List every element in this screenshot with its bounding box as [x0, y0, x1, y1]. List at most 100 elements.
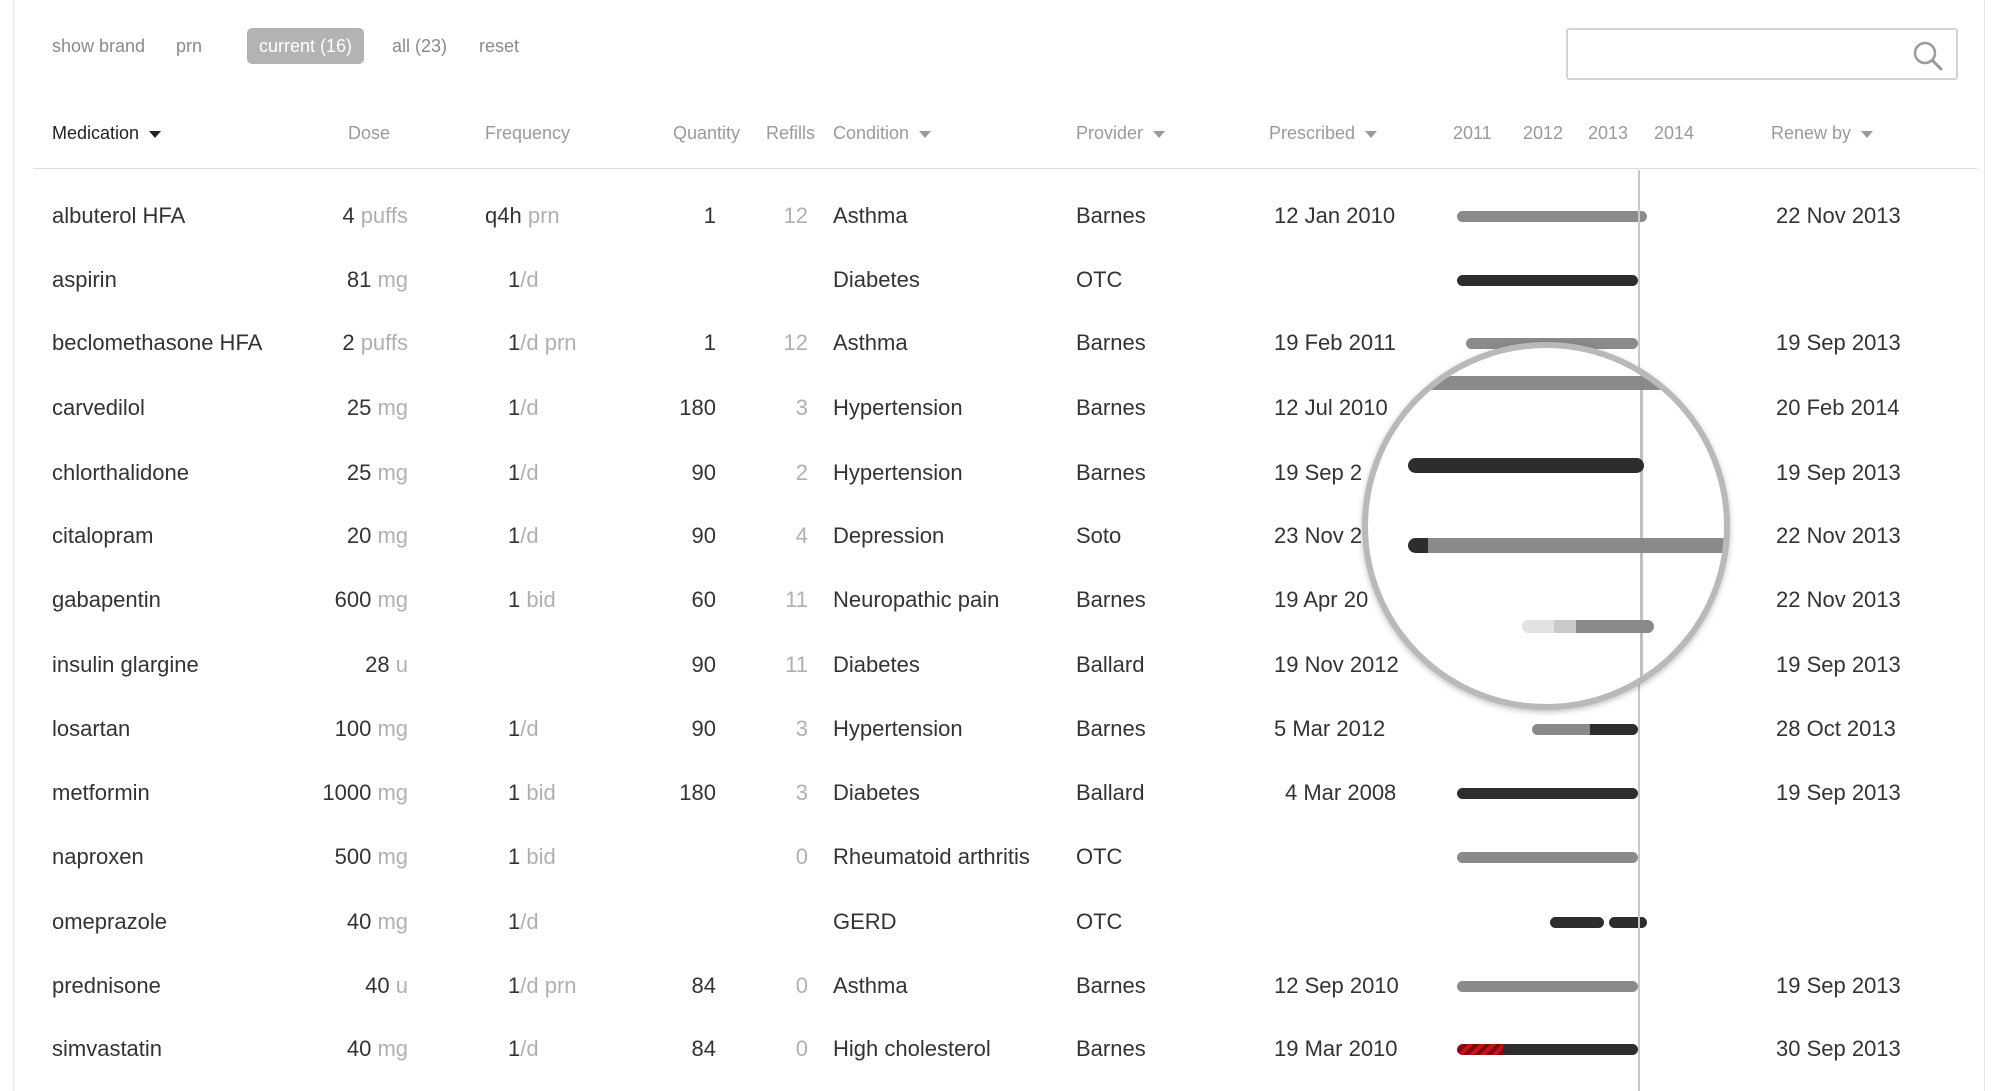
timeline-bar — [1554, 620, 1578, 633]
condition: Diabetes — [833, 652, 920, 677]
dose-unit: u — [395, 973, 408, 998]
prescribed-date: 19 Apr 20 — [1274, 587, 1369, 612]
prescribed-date: 19 Sep 2 — [1274, 460, 1363, 485]
freq-value: 1 — [508, 460, 521, 485]
dose-unit: u — [395, 652, 408, 677]
sort-caret-icon — [1365, 130, 1378, 138]
dose-unit: mg — [377, 1036, 408, 1061]
quantity: 60 — [691, 587, 716, 612]
medication-name: metformin — [52, 780, 150, 805]
frequency: 1/d — [508, 709, 539, 749]
frequency: 1/d — [508, 1029, 539, 1069]
filter-show-brand[interactable]: show brand — [52, 28, 145, 64]
freq-modifier: /d prn — [520, 330, 577, 355]
quantity: 90 — [691, 652, 716, 677]
dose: 600 mg — [300, 580, 408, 620]
freq-value: 1 — [508, 523, 521, 548]
dose-unit: mg — [377, 844, 408, 869]
quantity: 84 — [691, 973, 716, 998]
freq-modifier: /d — [520, 267, 539, 292]
condition: Diabetes — [833, 780, 920, 805]
freq-value: q4h — [485, 203, 522, 228]
frequency: 1/d — [508, 453, 539, 493]
quantity: 90 — [691, 716, 716, 741]
filter-current[interactable]: current (16) — [247, 28, 365, 64]
col-condition[interactable]: Condition — [833, 118, 932, 148]
renew-date: 22 Nov 2013 — [1776, 523, 1901, 548]
table-row[interactable]: losartan 100 mg 1/d 90 3 Hypertension Ba… — [0, 709, 2000, 749]
sort-caret-icon — [1153, 130, 1166, 138]
filter-all[interactable]: all (23) — [392, 28, 447, 64]
provider: Barnes — [1076, 203, 1146, 228]
dose: 81 mg — [300, 260, 408, 300]
quantity: 180 — [679, 395, 716, 420]
medication-name: chlorthalidone — [52, 460, 189, 485]
col-provider[interactable]: Provider — [1076, 118, 1166, 148]
provider: Barnes — [1076, 587, 1146, 612]
prescribed-date: 19 Nov 2012 — [1274, 652, 1399, 677]
quantity: 84 — [691, 1036, 716, 1061]
dose-unit: mg — [377, 267, 408, 292]
timeline-bar — [1576, 620, 1654, 633]
condition: Asthma — [833, 203, 908, 228]
medication-name: insulin glargine — [52, 652, 199, 677]
provider: Barnes — [1076, 460, 1146, 485]
search-input[interactable] — [1576, 38, 1900, 72]
freq-value: 1 — [508, 844, 521, 869]
refills: 3 — [795, 716, 808, 741]
timeline-bar — [1457, 788, 1638, 799]
col-renew-by[interactable]: Renew by — [1771, 118, 1874, 148]
prescribed-date: 4 Mar 2008 — [1285, 780, 1397, 805]
sort-caret-icon — [1861, 130, 1874, 138]
table-row[interactable]: metformin 1000 mg 1 bid 180 3 Diabetes B… — [0, 773, 2000, 813]
frequency: 1/d prn — [508, 323, 577, 363]
medication-name: citalopram — [52, 523, 154, 548]
dose: 25 mg — [300, 388, 408, 428]
filter-prn[interactable]: prn — [176, 28, 202, 64]
table-row[interactable]: albuterol HFA 4 puffs q4h prn 1 12 Asthm… — [0, 196, 2000, 236]
timeline-bar — [1522, 620, 1556, 633]
dose: 1000 mg — [300, 773, 408, 813]
table-row[interactable]: beclomethasone HFA 2 puffs 1/d prn 1 1 2 … — [0, 323, 2000, 363]
dose: 40 mg — [300, 1029, 408, 1069]
col-medication[interactable]: Medication — [52, 118, 162, 148]
dose-unit: mg — [377, 909, 408, 934]
timeline-bar — [1590, 724, 1638, 735]
refills: 12 — [783, 203, 808, 228]
timeline-year: 2013 — [1588, 123, 1629, 143]
refills: 0 — [795, 1036, 808, 1061]
provider: Ballard — [1076, 780, 1145, 805]
table-row[interactable]: carvedilol 25 mg 1/d 180 3 Hypertension … — [0, 388, 2000, 428]
condition: Asthma — [833, 973, 908, 998]
today-marker-line — [1640, 348, 1643, 704]
timeline-bar — [1368, 376, 1670, 390]
table-row[interactable]: naproxen 500 mg 1 bid 0 Rheumatoid arthr… — [0, 837, 2000, 877]
freq-modifier: bid — [526, 844, 556, 869]
col-prescribed[interactable]: Prescribed — [1269, 118, 1378, 148]
condition: Depression — [833, 523, 945, 548]
filter-reset[interactable]: reset — [479, 28, 519, 64]
timeline-bar — [1532, 724, 1592, 735]
freq-modifier: /d prn — [520, 973, 577, 998]
table-row[interactable]: prednisone 40 u 1/d prn 84 0 Asthma Barn… — [0, 966, 2000, 1006]
col-quantity: Quantity — [673, 123, 741, 143]
freq-modifier: /d — [520, 395, 539, 420]
timeline-bar — [1457, 1044, 1505, 1055]
table-row[interactable]: insulin glargine 28 u 90 11 Diabetes Bal… — [0, 645, 2000, 685]
refills: 4 — [795, 523, 808, 548]
search-icon[interactable] — [1912, 40, 1944, 72]
freq-value: 1 — [508, 973, 521, 998]
refills: 2 — [795, 460, 808, 485]
refills: 12 — [783, 330, 808, 355]
dose: 40 mg — [300, 902, 408, 942]
freq-value: 1 — [508, 395, 521, 420]
dose-value: 40 — [365, 973, 390, 998]
frequency: q4h prn — [485, 196, 560, 236]
dose-value: 81 — [346, 267, 372, 292]
table-row[interactable]: simvastatin 40 mg 1/d 84 0 High choleste… — [0, 1029, 2000, 1069]
table-row[interactable]: omeprazole 40 mg 1/d GERD OTC — [0, 902, 2000, 942]
table-row[interactable]: aspirin 81 mg 1/d Diabetes OTC — [0, 260, 2000, 300]
condition: Hypertension — [833, 716, 963, 741]
magnifier-lens[interactable] — [1362, 342, 1730, 710]
dose: 25 mg — [300, 453, 408, 493]
